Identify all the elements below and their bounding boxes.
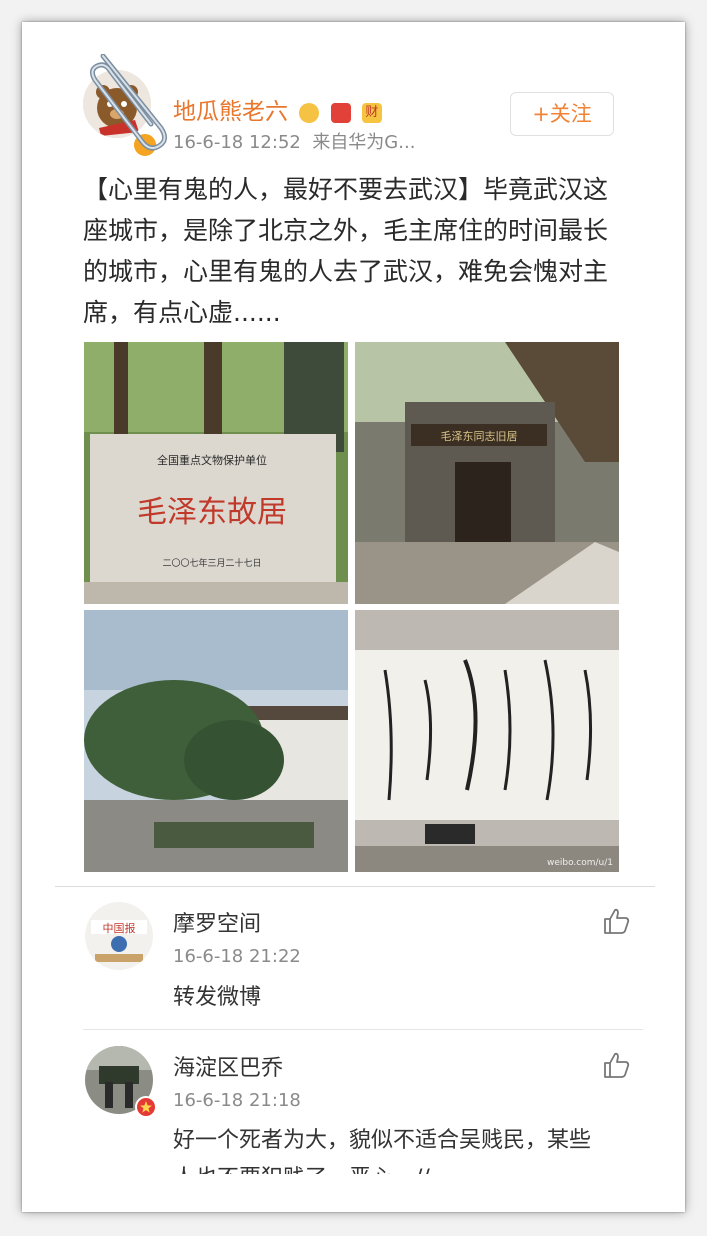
wealth-badge: 财 <box>361 102 382 123</box>
post-divider <box>55 886 655 887</box>
like-icon[interactable] <box>601 906 631 936</box>
comment-divider <box>83 1029 643 1030</box>
comment-text: 好一个死者为大，貌似不适合吴贱民，某些人也不要犯贱了。恶心。// <box>173 1128 592 1174</box>
crown-icon <box>299 102 320 123</box>
photo-1[interactable]: 全国重点文物保护单位 毛泽东故居 二〇〇七年三月二十七日 <box>84 342 348 604</box>
tablet-caption-bottom: 二〇〇七年三月二十七日 <box>162 557 261 569</box>
tablet-caption-top: 全国重点文物保护单位 <box>157 453 267 467</box>
comment-text: 转发微博 <box>173 985 262 1010</box>
tablet-caption-main: 毛泽东故居 <box>137 495 287 530</box>
paperclip-icon <box>89 54 167 151</box>
post-text: 【心里有鬼的人，最好不要去武汉】毕竟武汉这座城市，是除了北京之外，毛主席住的时间… <box>83 175 609 327</box>
paper-frame: 地瓜熊老六 财 16-6-18 12:52 来自华为G... +关注 【心里有鬼… <box>22 22 685 1212</box>
photo-watermark: weibo.com/u/1 <box>547 858 613 868</box>
level-badge-icon <box>135 1096 157 1118</box>
comment-avatar[interactable]: 中国报 <box>85 902 153 970</box>
post-meta: 16-6-18 12:52 来自华为G... <box>173 128 415 154</box>
house-sign: 毛泽东同志旧居 <box>441 430 518 443</box>
photo-4[interactable]: weibo.com/u/1 <box>355 610 619 872</box>
comment-author[interactable]: 海淀区巴乔 <box>173 1050 283 1082</box>
comment-time: 16-6-18 21:18 <box>173 1090 301 1111</box>
red-packet-icon <box>330 102 351 123</box>
comment-author[interactable]: 摩罗空间 <box>173 906 261 938</box>
comment-avatar-text: 中国报 <box>103 921 136 935</box>
follow-button[interactable]: +关注 <box>510 92 614 136</box>
comment-time: 16-6-18 21:22 <box>173 946 301 967</box>
like-icon[interactable] <box>601 1050 631 1080</box>
weibo-post-card: 地瓜熊老六 财 16-6-18 12:52 来自华为G... +关注 【心里有鬼… <box>55 54 655 1174</box>
photo-3[interactable] <box>84 610 348 872</box>
author-name-row: 地瓜熊老六 财 <box>173 92 382 126</box>
post-source: 来自华为G... <box>312 132 416 153</box>
photo-2[interactable]: 毛泽东同志旧居 <box>355 342 619 604</box>
